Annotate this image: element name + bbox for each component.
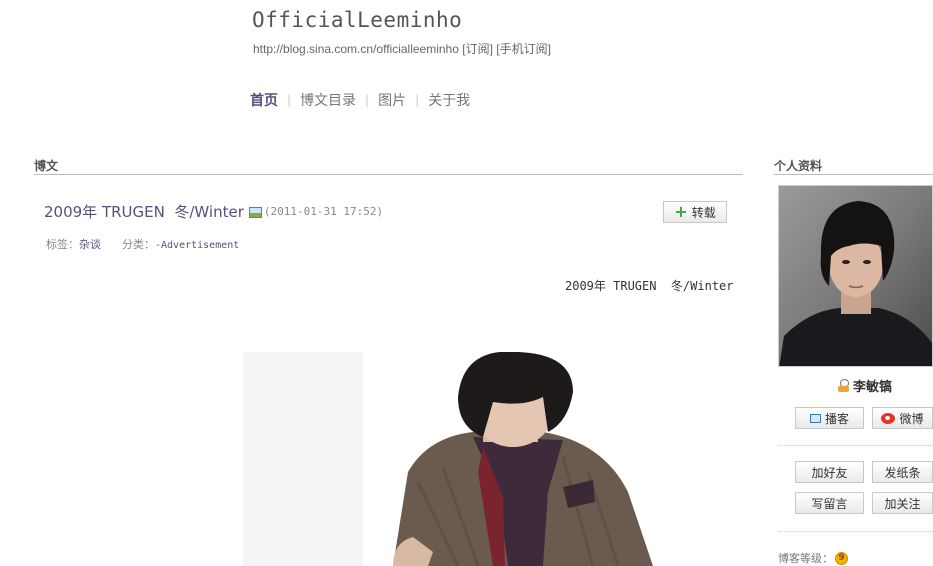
- post-image: [243, 352, 733, 566]
- post-photo-figure: [243, 352, 733, 566]
- nav-separator: |: [415, 93, 420, 107]
- nav-item-articles[interactable]: 博文目录: [300, 90, 356, 110]
- avatar-photo: [779, 186, 932, 366]
- blog-level-label: 博客等级：: [778, 552, 833, 565]
- blog-url-link[interactable]: http://blog.sina.com.cn/officialleeminho: [253, 42, 459, 56]
- sidebar-section-divider: [774, 174, 933, 175]
- blog-level-row: 博客等级： 9: [778, 550, 848, 566]
- picture-icon: [248, 207, 262, 218]
- category-link[interactable]: -Advertisement: [155, 240, 239, 251]
- main-section-divider: [34, 174, 743, 175]
- add-friend-button[interactable]: 加好友: [795, 461, 864, 483]
- nav-separator: |: [365, 93, 370, 107]
- nav-item-home[interactable]: 首页: [250, 90, 278, 110]
- category-label: 分类：: [122, 238, 155, 251]
- level-badge-icon: 9: [835, 551, 848, 565]
- post-title-row: 2009年 TRUGEN 冬/Winter (2011-01-31 17:52): [44, 201, 383, 222]
- bokan-button[interactable]: 播客: [795, 407, 864, 429]
- weibo-button[interactable]: 微博: [872, 407, 933, 429]
- plus-icon: +: [674, 202, 688, 221]
- profile-name[interactable]: 李敏镐: [853, 376, 892, 395]
- reprint-button[interactable]: + 转载: [663, 201, 727, 223]
- tags-label: 标签：: [46, 238, 79, 251]
- blog-title[interactable]: OfficialLeeminho: [252, 8, 462, 32]
- nav-item-about[interactable]: 关于我: [428, 90, 470, 110]
- subscribe-link[interactable]: [订阅]: [462, 42, 493, 56]
- nav-separator: |: [287, 93, 292, 107]
- follow-button[interactable]: 加关注: [872, 492, 933, 514]
- post-date: (2011-01-31 17:52): [263, 205, 384, 218]
- bokan-label: 播客: [824, 411, 849, 426]
- sidebar-divider: [778, 531, 933, 532]
- mobile-subscribe-link[interactable]: [手机订阅]: [496, 42, 551, 56]
- avatar[interactable]: [778, 185, 933, 367]
- tv-icon: [809, 413, 821, 423]
- reprint-label: 转载: [691, 205, 716, 220]
- blog-url-line: http://blog.sina.com.cn/officialleeminho…: [253, 40, 551, 57]
- tag-link[interactable]: 杂谈: [79, 238, 101, 251]
- post-body-text: 2009年 TRUGEN 冬/Winter: [565, 279, 734, 293]
- main-nav: 首页 | 博文目录 | 图片 | 关于我: [250, 90, 470, 110]
- profile-name-row: 李敏镐: [838, 376, 892, 395]
- main-section-title: 博文: [34, 159, 59, 173]
- leave-message-label: 写留言: [811, 496, 848, 511]
- send-note-button[interactable]: 发纸条: [872, 461, 933, 483]
- user-icon: [838, 379, 849, 392]
- add-friend-label: 加好友: [811, 465, 848, 480]
- weibo-label: 微博: [899, 411, 924, 426]
- post-meta: 标签：杂谈 分类：-Advertisement: [46, 236, 239, 252]
- send-note-label: 发纸条: [884, 465, 921, 480]
- weibo-icon: [881, 412, 896, 424]
- nav-item-photos[interactable]: 图片: [378, 90, 406, 110]
- post-title[interactable]: 2009年 TRUGEN 冬/Winter: [44, 201, 244, 222]
- sidebar-section-title: 个人资料: [774, 159, 823, 173]
- sidebar-divider: [778, 445, 933, 446]
- leave-message-button[interactable]: 写留言: [795, 492, 864, 514]
- follow-label: 加关注: [884, 496, 921, 511]
